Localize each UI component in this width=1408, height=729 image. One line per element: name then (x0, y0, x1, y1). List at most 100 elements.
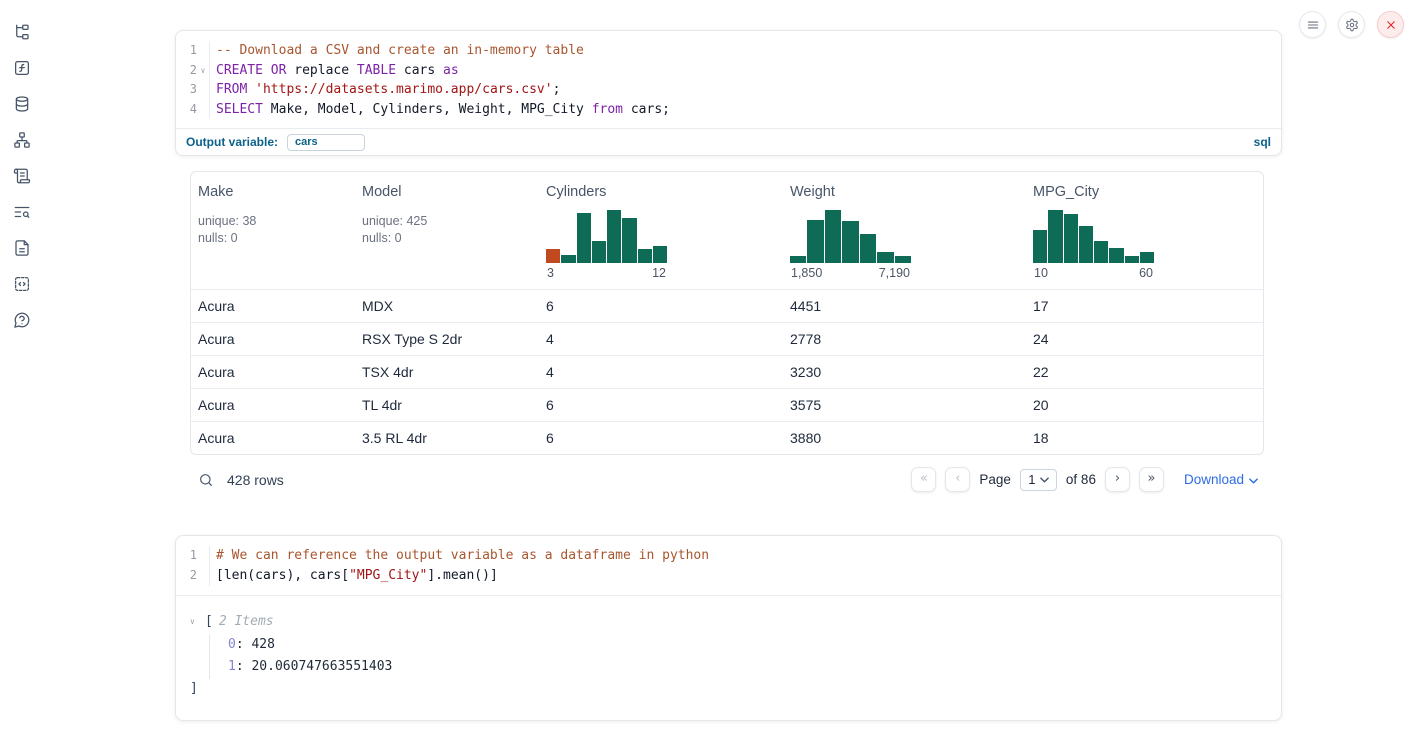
histogram-bar (546, 249, 560, 263)
sidebar-item-documentation[interactable] (11, 239, 33, 257)
table-cell: 3230 (790, 364, 1033, 380)
histogram-bar (1048, 210, 1062, 263)
shutdown-button[interactable] (1377, 11, 1404, 38)
items-count: 2 Items (219, 612, 274, 632)
prev-page-button[interactable]: ‹ (945, 467, 970, 492)
table-cell: Acura (198, 298, 362, 314)
column-header[interactable]: MPG_City 1060 (1033, 184, 1263, 280)
function-square-icon (13, 59, 31, 77)
sidebar-item-scratchpad[interactable] (11, 167, 33, 185)
sidebar-item-help[interactable] (11, 311, 33, 329)
column-histogram[interactable]: 1,8507,190 (790, 208, 911, 280)
histogram-axis-labels: 1060 (1033, 266, 1154, 280)
fold-chevron-icon[interactable]: ∨ (197, 61, 209, 81)
code-line[interactable]: 4SELECT Make, Model, Cylinders, Weight, … (176, 100, 1281, 120)
help-circle-icon (13, 311, 31, 329)
download-button[interactable]: Download (1184, 472, 1258, 487)
chevrons-right-icon: » (1147, 471, 1155, 486)
column-name: MPG_City (1033, 184, 1263, 200)
column-name: Model (362, 184, 546, 200)
code-line[interactable]: 1# We can reference the output variable … (176, 546, 1281, 566)
sql-code-editor[interactable]: 1-- Download a CSV and create an in-memo… (176, 31, 1281, 128)
histogram-bar (895, 256, 911, 263)
sidebar-item-data-sources[interactable] (11, 95, 33, 113)
histogram-bar (1079, 226, 1093, 263)
histogram-bar (877, 252, 893, 263)
table-row[interactable]: AcuraTL 4dr6357520 (191, 388, 1263, 421)
notebook-actions (1299, 11, 1404, 38)
sidebar-item-file-explorer[interactable] (11, 23, 33, 41)
page-select[interactable]: 1 (1020, 469, 1057, 491)
table-cell: MDX (362, 298, 546, 314)
settings-gear-icon (1345, 18, 1359, 32)
table-cell: 6 (546, 298, 790, 314)
column-header[interactable]: Model unique: 425nulls: 0 (362, 184, 546, 280)
column-stats: unique: 425nulls: 0 (362, 213, 546, 246)
histogram-axis-labels: 312 (546, 266, 667, 280)
chevron-down-icon (1249, 478, 1258, 484)
file-tree-icon (13, 23, 31, 41)
table-row[interactable]: AcuraTSX 4dr4323022 (191, 355, 1263, 388)
search-button[interactable] (198, 472, 214, 488)
column-header[interactable]: Cylinders 312 (546, 184, 790, 280)
histogram-bar (561, 255, 575, 263)
collapse-chevron-icon[interactable]: ∨ (190, 612, 205, 632)
column-name: Cylinders (546, 184, 790, 200)
scroll-text-icon (13, 167, 31, 185)
code-box-icon (13, 275, 31, 293)
sidebar-item-logs-search[interactable] (11, 203, 33, 221)
table-row[interactable]: AcuraMDX6445117 (191, 289, 1263, 322)
histogram-axis-labels: 1,8507,190 (790, 266, 911, 280)
sidebar-item-variables[interactable] (11, 59, 33, 77)
line-number: 1 (176, 546, 197, 566)
output-variable-input[interactable] (287, 134, 365, 151)
search-icon (198, 472, 214, 488)
table-cell: 4 (546, 364, 790, 380)
histogram-bar (860, 234, 876, 263)
table-row[interactable]: AcuraRSX Type S 2dr4277824 (191, 322, 1263, 355)
table-cell: 6 (546, 397, 790, 413)
column-histogram[interactable]: 1060 (1033, 208, 1154, 280)
histogram-bar (825, 210, 841, 263)
fold-spacer (197, 80, 209, 100)
page-select-value: 1 (1028, 472, 1035, 487)
python-cell: 1# We can reference the output variable … (175, 535, 1282, 720)
line-number: 4 (176, 100, 197, 120)
code-line[interactable]: 1-- Download a CSV and create an in-memo… (176, 41, 1281, 61)
table-cell: 22 (1033, 364, 1263, 380)
table-cell: RSX Type S 2dr (362, 331, 546, 347)
pagination: « ‹ Page 1 of 86 › » Download (911, 467, 1258, 492)
line-number: 2 (176, 61, 197, 81)
sidebar-item-dependency-graph[interactable] (11, 131, 33, 149)
python-code-editor[interactable]: 1# We can reference the output variable … (176, 536, 1281, 594)
column-header[interactable]: Makeunique: 38nulls: 0 (198, 184, 362, 280)
menu-button[interactable] (1299, 11, 1326, 38)
line-number: 2 (176, 566, 197, 586)
table-cell: 20 (1033, 397, 1263, 413)
column-header[interactable]: Weight1,8507,190 (790, 184, 1033, 280)
fold-spacer (197, 546, 209, 566)
histogram-bar (790, 256, 806, 263)
settings-button[interactable] (1338, 11, 1365, 38)
code-line[interactable]: 2∨CREATE OR replace TABLE cars as (176, 61, 1281, 81)
menu-icon (1306, 18, 1320, 32)
code-line[interactable]: 3FROM 'https://datasets.marimo.app/cars.… (176, 80, 1281, 100)
last-page-button[interactable]: » (1139, 467, 1164, 492)
table-row[interactable]: Acura3.5 RL 4dr6388018 (191, 421, 1263, 454)
table-cell: Acura (198, 331, 362, 347)
first-page-button[interactable]: « (911, 467, 936, 492)
output-list-item: 1: 20.060747663551403 (228, 656, 1267, 679)
chevron-right-icon: › (1115, 471, 1120, 486)
table-body: AcuraMDX6445117AcuraRSX Type S 2dr427782… (191, 289, 1263, 454)
histogram-bar (592, 241, 606, 263)
sidebar-panel (0, 0, 44, 729)
sql-cell-footer: Output variable: sql (176, 128, 1281, 155)
download-label: Download (1184, 472, 1244, 487)
next-page-button[interactable]: › (1105, 467, 1130, 492)
code-line[interactable]: 2[len(cars), cars["MPG_City"].mean()] (176, 566, 1281, 586)
sql-cell: 1-- Download a CSV and create an in-memo… (175, 30, 1282, 156)
column-histogram[interactable]: 312 (546, 208, 667, 280)
sidebar-item-snippets[interactable] (11, 275, 33, 293)
code-text: FROM 'https://datasets.marimo.app/cars.c… (209, 80, 1281, 100)
chevron-left-icon: ‹ (955, 471, 960, 486)
